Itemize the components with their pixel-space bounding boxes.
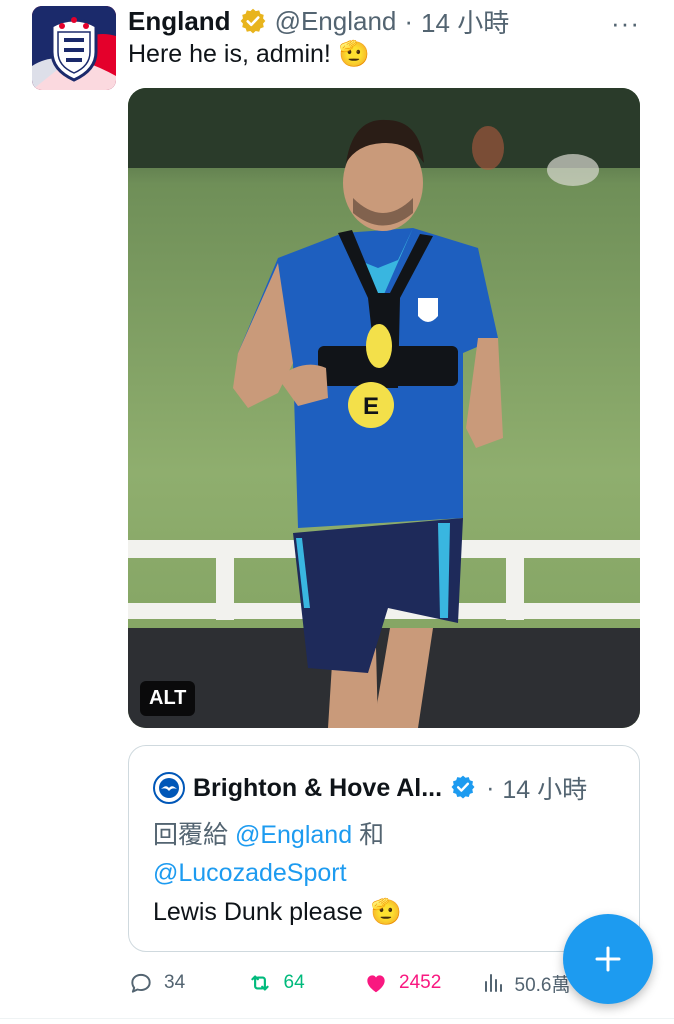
retweet-button[interactable]: 64 (246, 970, 364, 996)
reply-icon (131, 973, 151, 993)
quote-separator-dot: · (486, 773, 495, 802)
views-count: 50.6萬 (514, 974, 571, 996)
timestamp[interactable]: 14 小時 (421, 3, 509, 40)
quote-salute-emoji-icon: 🫡 (370, 898, 402, 926)
handle[interactable]: @England (275, 6, 397, 37)
tweet-text: Here he is, admin! 🫡 (128, 40, 370, 69)
tweet-body: Here he is, admin! (128, 40, 331, 68)
retweet-icon (250, 975, 269, 991)
plus-icon (595, 946, 621, 972)
quote-timestamp[interactable]: 14 小時 (502, 770, 587, 806)
heart-icon (367, 975, 385, 993)
tweet: England @England · 14 小時 ··· Here he is,… (0, 0, 674, 1024)
quote-display-name[interactable]: Brighton & Hove Al... (193, 774, 442, 803)
replying-to: 回覆給 @England 和 @LucozadeSport (153, 816, 613, 892)
action-bar: 34 64 2452 50.6萬 (128, 966, 598, 1000)
retweet-count: 64 (283, 972, 305, 993)
mention-lucozadesport[interactable]: @LucozadeSport (153, 859, 347, 887)
like-count: 2452 (399, 972, 442, 993)
avatar[interactable] (32, 6, 116, 90)
quote-text: Lewis Dunk please 🫡 (153, 898, 402, 927)
salute-emoji-icon: 🫡 (338, 40, 371, 68)
more-options-icon[interactable]: ··· (611, 8, 640, 39)
divider (0, 1018, 674, 1019)
shirt-sponsor-logo: E (363, 393, 379, 420)
tweet-photo[interactable]: E ALT (128, 88, 640, 728)
quote-header: Brighton & Hove Al... · 14 小時 (153, 770, 587, 806)
england-crest-avatar (32, 6, 116, 90)
views-icon (484, 974, 502, 992)
alt-text-badge[interactable]: ALT (140, 681, 196, 716)
quote-avatar[interactable] (153, 772, 185, 804)
compose-fab-button[interactable] (563, 914, 653, 1004)
separator-dot: · (404, 5, 414, 36)
quote-verified-badge-icon (450, 774, 478, 802)
seagull-icon (159, 778, 179, 798)
tweet-header: England @England · 14 小時 (128, 4, 634, 38)
quote-body: Lewis Dunk please (153, 898, 363, 926)
training-photo-image: E (128, 88, 640, 728)
display-name[interactable]: England (128, 6, 231, 37)
like-button[interactable]: 2452 (363, 970, 481, 996)
reply-conjunction: 和 (359, 821, 385, 849)
reply-prefix: 回覆給 (153, 821, 229, 849)
mention-england[interactable]: @England (235, 821, 352, 849)
reply-button[interactable]: 34 (128, 970, 246, 996)
verified-badge-icon (239, 7, 267, 35)
reply-count: 34 (164, 972, 186, 993)
quote-tweet[interactable]: Brighton & Hove Al... · 14 小時 回覆給 @Engla… (128, 745, 640, 952)
